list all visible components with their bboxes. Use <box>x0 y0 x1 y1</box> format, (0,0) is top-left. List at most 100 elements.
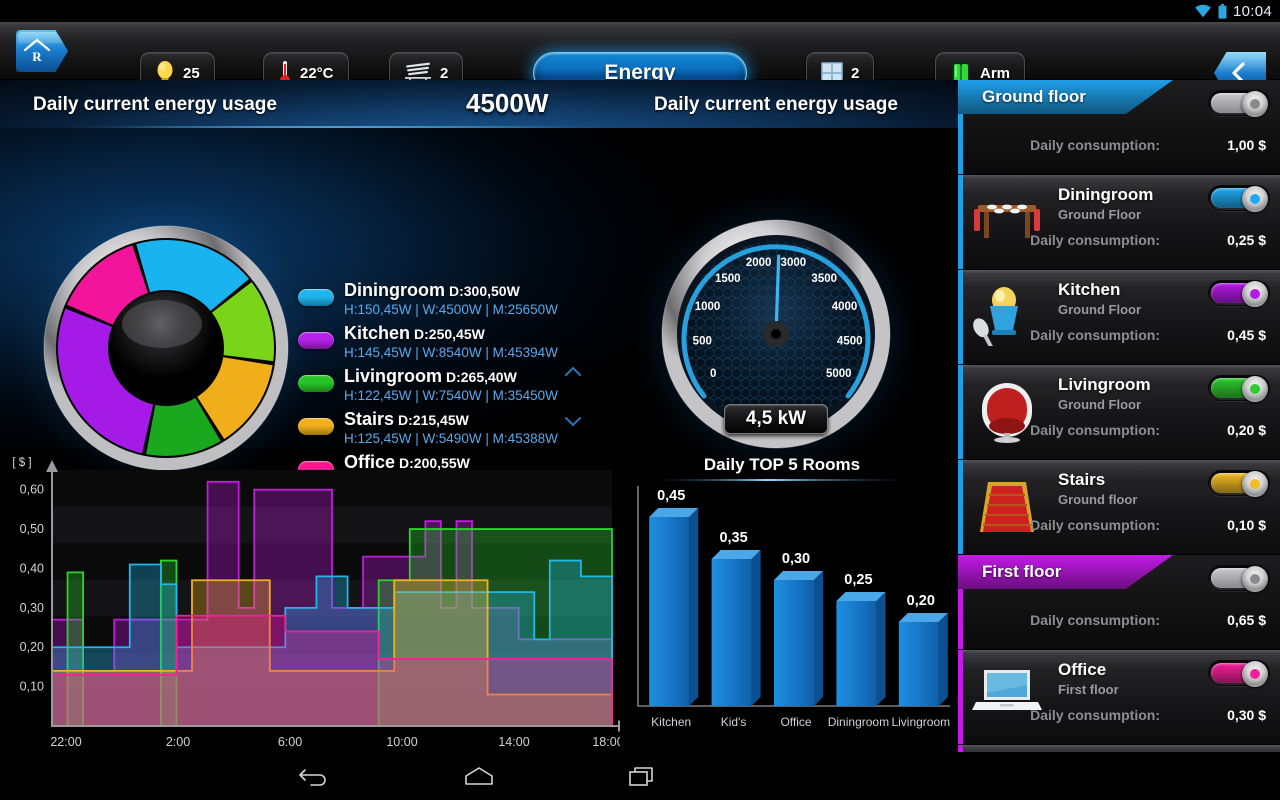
energy-donut-chart[interactable] <box>16 198 316 498</box>
room-accent-bar <box>958 365 963 459</box>
sidebar-room-item[interactable]: Office First floor Daily consumption: 0,30 … <box>958 650 1280 745</box>
top-toolbar: R 25 22°C 2 Energy 2 Arm <box>0 22 1280 94</box>
bar-value-label: 0,35 <box>719 530 747 546</box>
panel-header: Daily current energy usage 4500W Daily c… <box>0 80 958 128</box>
legend-daily-value: D:300,50W <box>449 283 520 299</box>
legend-color-swatch <box>298 289 334 306</box>
chart-axis-arrow <box>46 460 58 472</box>
legend-room-name: Diningroom D:300,50W <box>344 280 520 300</box>
chart-ytick: 0,10 <box>20 680 44 694</box>
chart-ytick: 0,50 <box>20 522 44 536</box>
sidebar-room-item[interactable]: Diningroom Ground Floor Daily consumption:… <box>958 175 1280 270</box>
consumption-label: Daily consumption: <box>1030 422 1160 438</box>
room-power-toggle[interactable] <box>1208 470 1270 497</box>
room-accent-bar <box>958 270 963 364</box>
gauge-tick-label: 1500 <box>715 273 741 285</box>
chart-ytick: 0,20 <box>20 640 44 654</box>
chart-ylabel: [ $ ] <box>12 457 31 469</box>
legend-room-name: Livingroom D:265,40W <box>344 366 517 386</box>
room-power-toggle[interactable] <box>1208 280 1270 307</box>
consumption-value: 0,20 $ <box>1227 422 1266 438</box>
nav-home-icon[interactable] <box>462 764 496 788</box>
top5-rooms-chart[interactable]: Daily TOP 5 Rooms 0,45 Kitchen 0,35 Kid's 0,3… <box>620 448 958 752</box>
room-power-toggle[interactable] <box>1208 660 1270 687</box>
sidebar-room-item[interactable]: Stairs Ground floor Daily consumption: 0,10… <box>958 460 1280 555</box>
rooms-sidebar[interactable]: Ground floor Daily consumption: 1,00 $ Dini… <box>958 80 1280 752</box>
chart-xtick: 2:00 <box>166 735 190 749</box>
chart-ytick: 0,40 <box>20 561 44 575</box>
chart-xtick: 6:00 <box>278 735 302 749</box>
room-power-toggle[interactable] <box>1208 185 1270 212</box>
bar-column[interactable] <box>649 517 690 706</box>
legend-daily-value: D:215,45W <box>398 412 469 428</box>
floor-tab: First floor <box>958 555 1173 589</box>
blinds-count: 2 <box>440 64 449 82</box>
room-accent-bar <box>958 460 963 554</box>
consumption-value: 0,45 $ <box>1227 327 1266 343</box>
consumption-value: 1,00 $ <box>1227 137 1266 153</box>
bar-side-face <box>938 613 948 706</box>
room-power-toggle[interactable] <box>1208 375 1270 402</box>
panel-title-left: Daily current energy usage <box>33 94 277 115</box>
energy-timeline-chart[interactable]: [ $ ] 0,10 0,20 0,30 0,40 0,50 0,60 22:00 2:00 6:… <box>0 448 630 752</box>
room-floor-label: Ground Floor <box>1058 397 1142 412</box>
sidebar-floor-group[interactable]: Ground floor Daily consumption: 1,00 $ <box>958 80 1280 175</box>
bar-column[interactable] <box>774 580 814 706</box>
chevron-up-icon <box>565 366 581 376</box>
bar-side-face <box>689 508 699 706</box>
home-hex-button[interactable]: R <box>16 30 82 72</box>
legend-row[interactable]: Livingroom D:265,40W H:122,45W | W:7540W |… <box>298 366 598 408</box>
android-status-bar: 10:04 <box>0 0 1280 22</box>
sidebar-room-item[interactable]: Club roomFirst floor <box>958 745 1280 752</box>
room-power-toggle[interactable] <box>1208 565 1270 592</box>
legend-color-swatch <box>298 332 334 349</box>
legend-row[interactable]: Kitchen D:250,45W H:145,45W | W:8540W | M:… <box>298 323 598 365</box>
gauge-tick-label: 0 <box>710 368 716 380</box>
room-name: Livingroom <box>1058 375 1151 394</box>
status-clock: 10:04 <box>1232 2 1272 20</box>
room-name: Office <box>1058 660 1107 679</box>
bar-value-label: 0,30 <box>782 551 810 567</box>
gauge-tick-label: 5000 <box>826 368 852 380</box>
bar-value-label: 0,20 <box>907 593 935 609</box>
bar-chart-title: Daily TOP 5 Rooms <box>704 455 860 474</box>
consumption-label: Daily consumption: <box>1030 612 1160 628</box>
toggle-knob <box>1242 186 1268 212</box>
chart-ytick: 0,60 <box>20 483 44 497</box>
bar-category-label: Office <box>780 715 811 729</box>
gauge-tick-label: 4000 <box>832 301 858 313</box>
legend-daily-value: D:250,45W <box>414 326 485 342</box>
bar-column[interactable] <box>836 601 877 706</box>
gauge-tick-label: 500 <box>693 335 712 347</box>
total-energy-value: 4500W <box>466 88 549 118</box>
sidebar-room-item[interactable]: Kitchen Ground Floor Daily consumption: 0,4… <box>958 270 1280 365</box>
bar-column[interactable] <box>898 622 939 706</box>
android-nav-bar <box>0 752 1280 800</box>
chart-ytick: 0,30 <box>20 601 44 615</box>
legend-color-swatch <box>298 418 334 435</box>
legend-scroll-down[interactable] <box>564 414 582 431</box>
upper-visuals: Diningroom D:300,50W H:150,45W | W:4500W |… <box>0 128 958 498</box>
room-accent-bar <box>958 650 963 744</box>
legend-detail: H:122,45W | W:7540W | M:35450W <box>344 388 558 403</box>
toggle-knob <box>1242 471 1268 497</box>
nav-recents-icon[interactable] <box>626 764 660 788</box>
sidebar-floor-group[interactable]: First floor Daily consumption: 0,65 $ <box>958 555 1280 650</box>
legend-row[interactable]: Stairs D:215,45W H:125,45W | W:5490W | M:4… <box>298 409 598 451</box>
sidebar-room-item[interactable]: Livingroom Ground Floor Daily consumption:… <box>958 365 1280 460</box>
bar-category-label: Livingroom <box>891 715 950 729</box>
bar-column[interactable] <box>711 559 752 706</box>
battery-icon <box>1218 3 1227 19</box>
legend-row[interactable]: Diningroom D:300,50W H:150,45W | W:4500W |… <box>298 280 598 322</box>
legend-scroll-up[interactable] <box>564 364 582 381</box>
panel-title-right: Daily current energy usage <box>654 94 898 115</box>
nav-back-icon[interactable] <box>298 764 332 788</box>
bar-side-face <box>751 550 761 706</box>
energy-gauge[interactable]: 0 500 1000 1500 2000 3000 3500 4000 4500 5000 4,5… <box>632 190 920 478</box>
room-name: Kitchen <box>1058 280 1121 299</box>
room-power-toggle[interactable] <box>1208 90 1270 117</box>
gauge-reading-value: 4,5 kW <box>745 408 807 429</box>
wifi-icon <box>1195 4 1211 18</box>
gauge-tick-label: 4500 <box>837 335 863 347</box>
room-accent-bar <box>958 745 963 752</box>
